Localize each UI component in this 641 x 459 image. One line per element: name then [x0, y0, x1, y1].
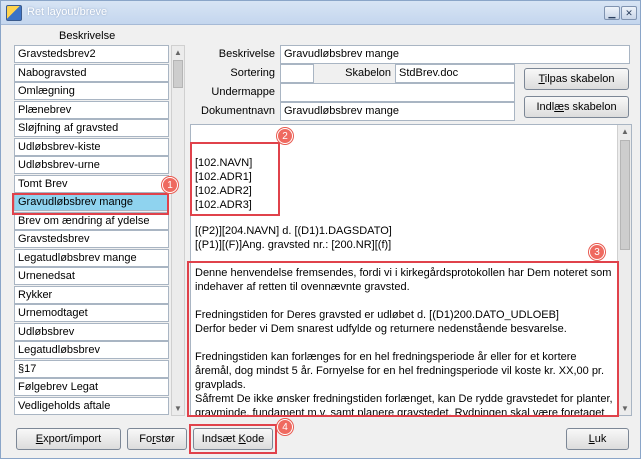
- letter-list: Gravstedsbrev2 Nabogravsted Omlægning Plæne…: [14, 45, 169, 416]
- undermappe-label: Undermappe: [211, 86, 275, 98]
- list-item[interactable]: Udløbsbrev: [14, 323, 169, 341]
- list-item[interactable]: Sløjfning af gravsted: [14, 119, 169, 137]
- button-label-mnemonic: K: [238, 433, 246, 445]
- list-item[interactable]: Brev om ændring af ydelse: [14, 212, 169, 230]
- button-label: xport/import: [43, 433, 102, 445]
- list-item[interactable]: Udløbsbrev-urne: [14, 156, 169, 174]
- document-line: Fredningstiden for Deres gravsted er udl…: [195, 309, 559, 321]
- annotation-badge-2: 2: [277, 128, 293, 144]
- button-label-mnemonic: æ: [554, 101, 564, 113]
- scroll-down-icon[interactable]: ▼: [619, 402, 631, 415]
- skabelon-label: Skabelon: [345, 67, 391, 79]
- indsaet-kode-button[interactable]: Indsæt Kode: [193, 428, 273, 450]
- skabelon-field[interactable]: StdBrev.doc: [395, 64, 515, 83]
- document-line: gravminde, fundament m.v. samt planere g…: [195, 407, 605, 416]
- list-header: Beskrivelse: [59, 30, 116, 42]
- luk-button[interactable]: Luk: [566, 428, 629, 450]
- scroll-down-icon[interactable]: ▼: [172, 402, 184, 415]
- document-editor[interactable]: [102.NAVN] [102.ADR1] [102.ADR2] [102.ADR3]…: [190, 124, 632, 416]
- list-item[interactable]: Omlægning: [14, 82, 169, 100]
- scroll-up-icon[interactable]: ▲: [619, 125, 631, 138]
- list-item[interactable]: Tomt Brev: [14, 175, 169, 193]
- document-line: [102.ADR3]: [195, 199, 252, 211]
- list-item[interactable]: Urnenedsat: [14, 267, 169, 285]
- dokumentnavn-field[interactable]: Gravudløbsbrev mange: [280, 102, 515, 121]
- document-line: Derfor beder vi Dem snarest udfylde og r…: [195, 323, 567, 335]
- list-item[interactable]: Gravudløbsbrev mange: [14, 193, 169, 211]
- list-item[interactable]: Urnemodtaget: [14, 304, 169, 322]
- button-label: ilpas skabelon: [544, 73, 615, 85]
- document-line: [(P2)][204.NAVN] d. [(D1)1.DAGSDATO]: [195, 225, 392, 237]
- title-bar: Ret layout/breve ▁ ✕: [1, 1, 640, 25]
- document-line: [102.ADR2]: [195, 185, 252, 197]
- layout-window: Ret layout/breve ▁ ✕ Beskrivelse Gravste…: [0, 0, 641, 459]
- scroll-up-icon[interactable]: ▲: [172, 46, 184, 59]
- indlaes-skabelon-button[interactable]: Indlæs skabelon: [524, 96, 629, 118]
- list-item[interactable]: Vedligeholds aftale: [14, 397, 169, 415]
- list-item[interactable]: Nabogravsted: [14, 64, 169, 82]
- list-item[interactable]: Udløbsbrev-kiste: [14, 138, 169, 156]
- document-line: åremål, dog mindst 5 år. Fornyelse for e…: [195, 365, 605, 377]
- list-item[interactable]: Følgebrev Legat: [14, 378, 169, 396]
- document-line: gravplads.: [195, 379, 246, 391]
- button-label: ode: [245, 433, 265, 445]
- close-icon[interactable]: ✕: [621, 6, 637, 20]
- list-item[interactable]: §17: [14, 360, 169, 378]
- annotation-badge-4: 4: [277, 419, 293, 435]
- document-scrollbar[interactable]: ▲ ▼: [617, 125, 631, 415]
- app-icon: [6, 5, 22, 21]
- document-line: [(P1)][(F)]Ang. gravsted nr.: [200.NR][(…: [195, 239, 392, 251]
- export-import-button[interactable]: Export/import: [16, 428, 121, 450]
- window-title: Ret layout/breve: [27, 6, 108, 18]
- document-line: Fredningstiden kan forlænges for en hel …: [195, 351, 577, 363]
- document-line: Såfremt De ikke ønsker fredningstiden fo…: [195, 393, 613, 405]
- button-label: Indsæt: [201, 433, 239, 445]
- button-label: s skabelon: [563, 101, 617, 113]
- list-item[interactable]: Legatudløbsbrev mange: [14, 249, 169, 267]
- list-item[interactable]: Legatudløbsbrev: [14, 341, 169, 359]
- annotation-badge-1: 1: [162, 177, 178, 193]
- document-line: [102.NAVN]: [195, 157, 253, 169]
- document-line: [102.ADR1]: [195, 171, 252, 183]
- button-label: Fo: [139, 433, 153, 445]
- list-item[interactable]: Gravstedsbrev: [14, 230, 169, 248]
- list-item[interactable]: Gravstedsbrev2: [14, 45, 169, 63]
- document-line: indehaver af retten til ovennævnte gravs…: [195, 281, 410, 293]
- button-label: Indl: [536, 101, 555, 113]
- button-label: stør: [155, 433, 175, 445]
- sortering-field[interactable]: [280, 64, 314, 83]
- beskrivelse-label: Beskrivelse: [218, 48, 275, 60]
- beskrivelse-field[interactable]: Gravudløbsbrev mange: [280, 45, 630, 64]
- sortering-label: Sortering: [230, 67, 275, 79]
- dokumentnavn-label: Dokumentnavn: [201, 105, 275, 117]
- forstor-button[interactable]: Forstør: [127, 428, 187, 450]
- minimize-icon[interactable]: ▁: [604, 6, 620, 20]
- scroll-thumb[interactable]: [173, 60, 183, 88]
- scroll-thumb[interactable]: [620, 140, 630, 250]
- button-label: uk: [594, 433, 607, 445]
- list-item[interactable]: Rykker: [14, 286, 169, 304]
- tilpas-skabelon-button[interactable]: Tilpas skabelon: [524, 68, 629, 90]
- annotation-badge-3: 3: [589, 244, 605, 260]
- document-line: Denne henvendelse fremsendes, fordi vi i…: [195, 267, 612, 279]
- list-item[interactable]: Plænebrev: [14, 101, 169, 119]
- list-scrollbar[interactable]: ▲ ▼: [171, 45, 185, 416]
- undermappe-field[interactable]: [280, 83, 515, 102]
